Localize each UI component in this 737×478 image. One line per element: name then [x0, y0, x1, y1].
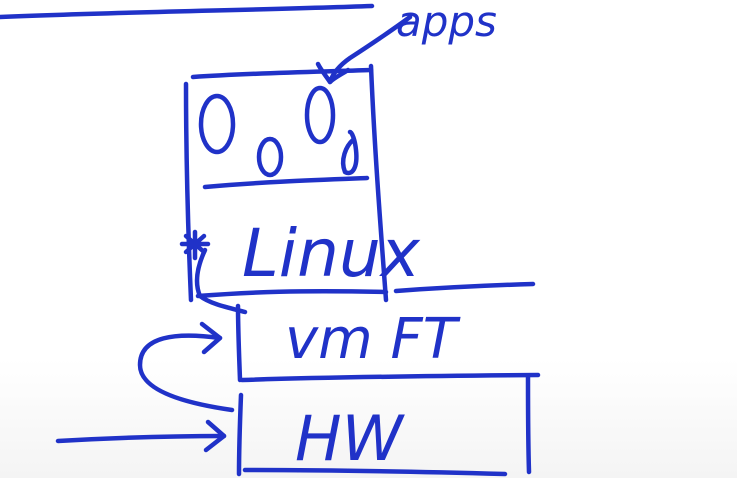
- hw-label: HW: [295, 402, 406, 475]
- interrupt-loop-arrow: [137, 333, 235, 413]
- vmft-box-bottom: [239, 372, 541, 383]
- top-line: [0, 3, 375, 20]
- app-process-oval: [198, 93, 236, 155]
- app-process-oval: [304, 85, 336, 145]
- app-process-oval: [256, 136, 284, 178]
- app-process-small-mark: [340, 129, 359, 176]
- apps-linux-divider: [202, 175, 370, 190]
- incoming-input-arrow: [55, 433, 227, 444]
- hw-box-left: [236, 392, 244, 477]
- linux-down-connector: [194, 247, 248, 315]
- guest-box-left: [183, 81, 194, 303]
- apps-label: apps: [396, 0, 497, 46]
- vmft-label: vm FT: [285, 307, 461, 372]
- whiteboard-canvas: apps Linux vm FT HW: [0, 0, 737, 478]
- hw-box-right: [525, 374, 532, 475]
- vmft-box-left: [235, 303, 243, 383]
- handwritten-diagram: apps Linux vm FT HW: [0, 0, 541, 477]
- linux-label: Linux: [242, 215, 421, 292]
